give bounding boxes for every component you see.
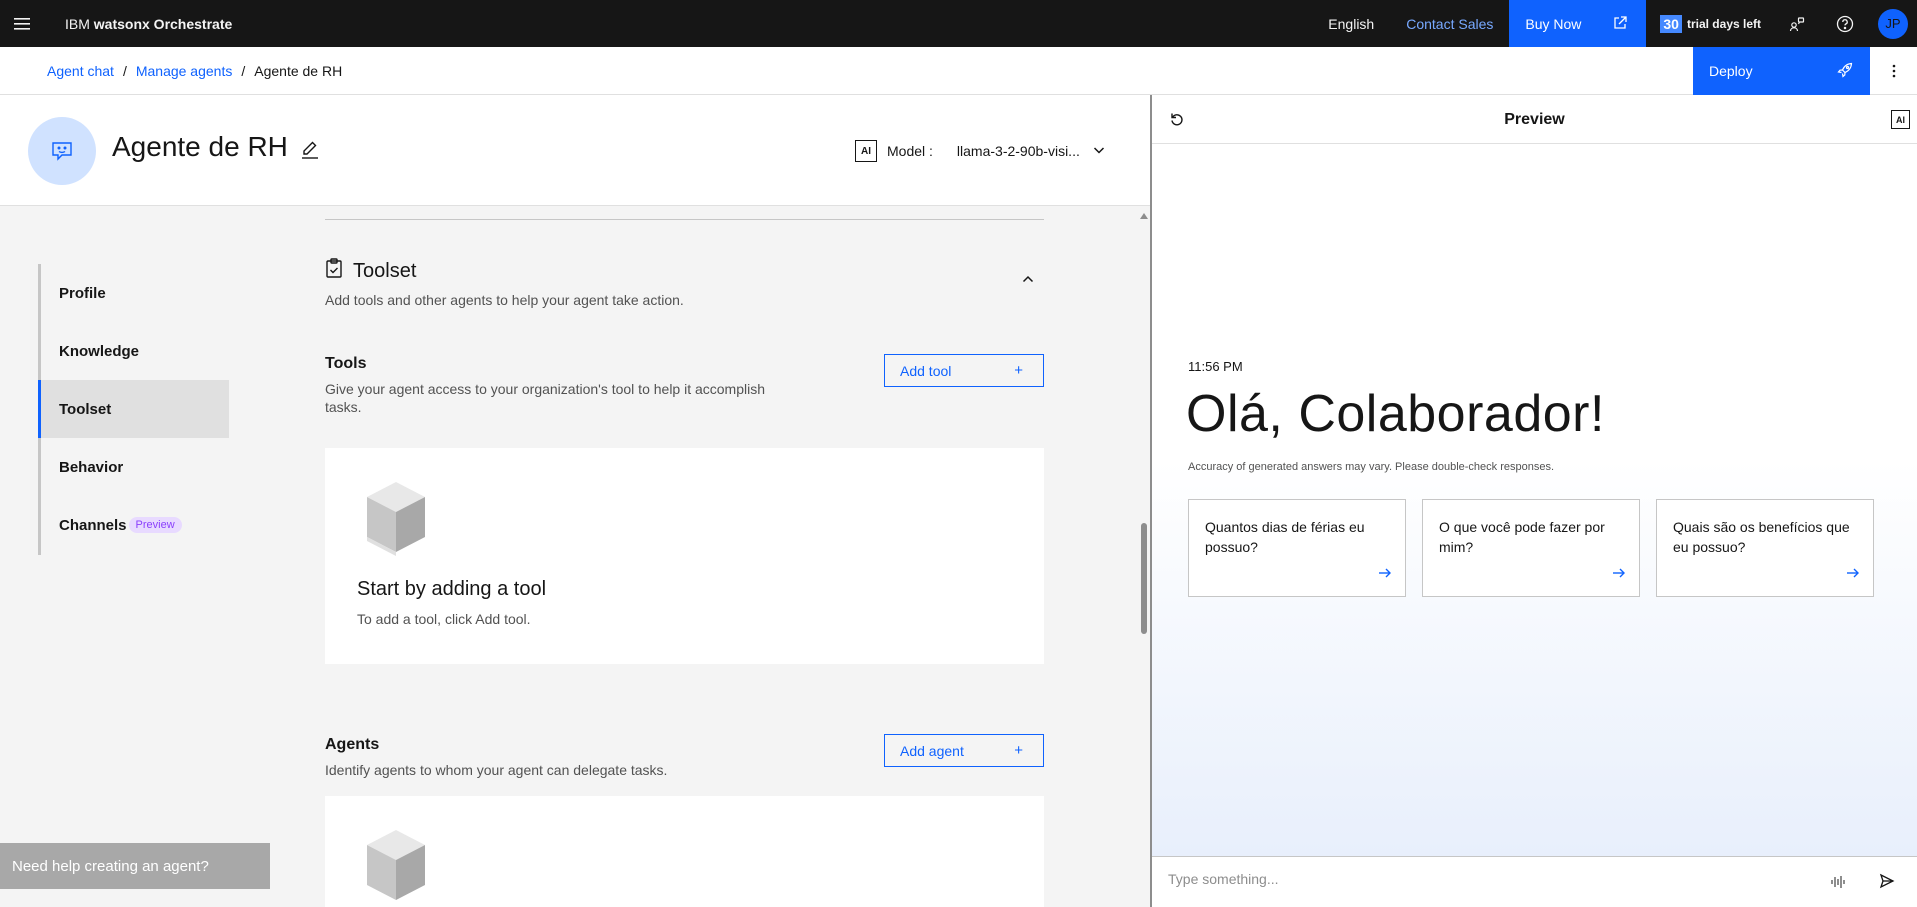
trial-days-label: trial days left: [1686, 16, 1761, 31]
preview-tag: Preview: [128, 517, 182, 533]
breadcrumb-bar: Agent chat / Manage agents / Agente de R…: [0, 47, 1917, 95]
language-selector[interactable]: English: [1312, 0, 1390, 47]
scroll-up-icon[interactable]: [1139, 207, 1149, 225]
agent-name: Agente de RH: [112, 131, 288, 162]
chat-input-bar: [1152, 856, 1917, 907]
breadcrumb: Agent chat / Manage agents / Agente de R…: [47, 63, 342, 79]
box-illustration-icon: [365, 480, 427, 561]
hamburger-menu-icon[interactable]: [0, 0, 44, 47]
preview-title: Preview: [1504, 111, 1565, 128]
agent-header: Agente de RH AI Model : llama-3-2-90b-vi…: [0, 95, 1150, 206]
nav-item-toolset[interactable]: Toolset: [38, 380, 229, 438]
box-illustration-icon: [365, 828, 427, 907]
tools-empty-state: Start by adding a tool To add a tool, cl…: [325, 448, 1044, 664]
chat-input[interactable]: [1168, 871, 1788, 887]
section-nav: Profile Knowledge Toolset Behavior Chann…: [38, 264, 229, 555]
accuracy-disclaimer: Accuracy of generated answers may vary. …: [1188, 461, 1555, 473]
arrow-right-icon: [1611, 565, 1627, 586]
suggestion-card[interactable]: Quantos dias de férias eu possuo?: [1188, 499, 1406, 597]
trial-days-count: 30: [1660, 14, 1682, 33]
suggestion-text: Quais são os benefícios que eu possuo?: [1673, 519, 1850, 555]
buy-now-label: Buy Now: [1525, 15, 1582, 32]
nav-item-knowledge[interactable]: Knowledge: [41, 322, 229, 380]
section-divider: [325, 219, 1044, 220]
rocket-icon: [1837, 62, 1853, 81]
plus-icon: +: [1014, 742, 1023, 759]
toolset-title: Toolset: [353, 259, 417, 282]
preview-panel: Preview AI 11:56 PM Olá, Colaborador! Ac…: [1150, 95, 1917, 907]
agents-description: Identify agents to whom your agent can d…: [325, 762, 668, 778]
clipboard-check-icon: [325, 258, 343, 284]
model-label: Model :: [887, 143, 933, 159]
scrollbar-thumb[interactable]: [1141, 523, 1147, 634]
deploy-button[interactable]: Deploy: [1693, 47, 1870, 95]
empty-state-title: Start by adding a tool: [357, 578, 547, 600]
agent-config-content: Profile Knowledge Toolset Behavior Chann…: [0, 206, 1150, 907]
tools-title: Tools: [325, 355, 367, 372]
voice-input-icon[interactable]: [1830, 874, 1846, 895]
nav-item-label: Behavior: [59, 458, 124, 476]
nav-item-profile[interactable]: Profile: [41, 264, 229, 322]
arrow-right-icon: [1845, 565, 1861, 586]
add-agent-label: Add agent: [900, 742, 964, 759]
greeting-message: Olá, Colaborador!: [1186, 385, 1605, 443]
user-avatar[interactable]: JP: [1878, 8, 1908, 39]
empty-state-description: To add a tool, click Add tool.: [357, 611, 531, 627]
toolset-section-title: Toolset: [325, 258, 416, 284]
toolset-description: Add tools and other agents to help your …: [325, 292, 684, 308]
suggestion-card[interactable]: Quais são os benefícios que eu possuo?: [1656, 499, 1874, 597]
external-link-icon: [1612, 15, 1628, 34]
overflow-menu-icon[interactable]: [1870, 47, 1917, 95]
deploy-label: Deploy: [1709, 63, 1753, 79]
tools-description: Give your agent access to your organizat…: [325, 381, 766, 415]
nav-item-label: Knowledge: [59, 342, 140, 360]
agents-title: Agents: [325, 736, 380, 753]
top-bar: IBM watsonx Orchestrate English Contact …: [0, 0, 1917, 47]
message-timestamp: 11:56 PM: [1188, 359, 1243, 374]
preview-header: Preview AI: [1152, 95, 1917, 144]
ai-model-icon: AI: [855, 140, 877, 162]
breadcrumb-agent-chat[interactable]: Agent chat: [47, 63, 114, 79]
nav-item-channels[interactable]: Channels Preview: [41, 496, 229, 554]
add-agent-button[interactable]: Add agent +: [884, 734, 1044, 767]
model-value: llama-3-2-90b-visi...: [956, 143, 1080, 159]
send-icon[interactable]: [1879, 873, 1895, 894]
add-tool-label: Add tool: [900, 362, 952, 379]
arrow-right-icon: [1377, 565, 1393, 586]
nav-item-label: Channels: [59, 516, 127, 534]
brand-name: watsonx Orchestrate: [93, 15, 233, 32]
contact-sales-link[interactable]: Contact Sales: [1390, 0, 1509, 47]
nav-item-label: Profile: [59, 284, 106, 302]
breadcrumb-separator: /: [122, 62, 127, 79]
suggestion-card[interactable]: O que você pode fazer por mim?: [1422, 499, 1640, 597]
agents-empty-state: [325, 796, 1044, 907]
help-icon[interactable]: [1821, 0, 1869, 47]
suggestion-text: O que você pode fazer por mim?: [1439, 519, 1605, 555]
breadcrumb-manage-agents[interactable]: Manage agents: [136, 63, 233, 79]
nav-item-label: Toolset: [59, 400, 112, 418]
chevron-up-icon[interactable]: [1021, 272, 1035, 291]
add-tool-button[interactable]: Add tool +: [884, 354, 1044, 387]
trial-indicator[interactable]: 30 trial days left: [1646, 0, 1773, 47]
plus-icon: +: [1014, 362, 1023, 379]
suggested-prompts: Quantos dias de férias eu possuo? O que …: [1188, 499, 1874, 597]
model-selector[interactable]: AI Model : llama-3-2-90b-visi...: [855, 140, 1106, 162]
suggestion-text: Quantos dias de férias eu possuo?: [1205, 519, 1365, 555]
buy-now-button[interactable]: Buy Now: [1509, 0, 1647, 47]
breadcrumb-separator: /: [241, 62, 246, 79]
chevron-down-icon: [1092, 143, 1106, 160]
help-creating-agent-button[interactable]: Need help creating an agent?: [0, 843, 270, 889]
breadcrumb-current: Agente de RH: [254, 62, 343, 79]
brand-prefix: IBM: [65, 15, 94, 32]
edit-icon[interactable]: [299, 139, 321, 166]
ai-explainability-icon[interactable]: AI: [1891, 110, 1910, 129]
nav-item-behavior[interactable]: Behavior: [41, 438, 229, 496]
agent-avatar: [28, 117, 96, 185]
notification-switcher-icon[interactable]: [1773, 0, 1821, 47]
brand-title[interactable]: IBM watsonx Orchestrate: [65, 16, 232, 32]
